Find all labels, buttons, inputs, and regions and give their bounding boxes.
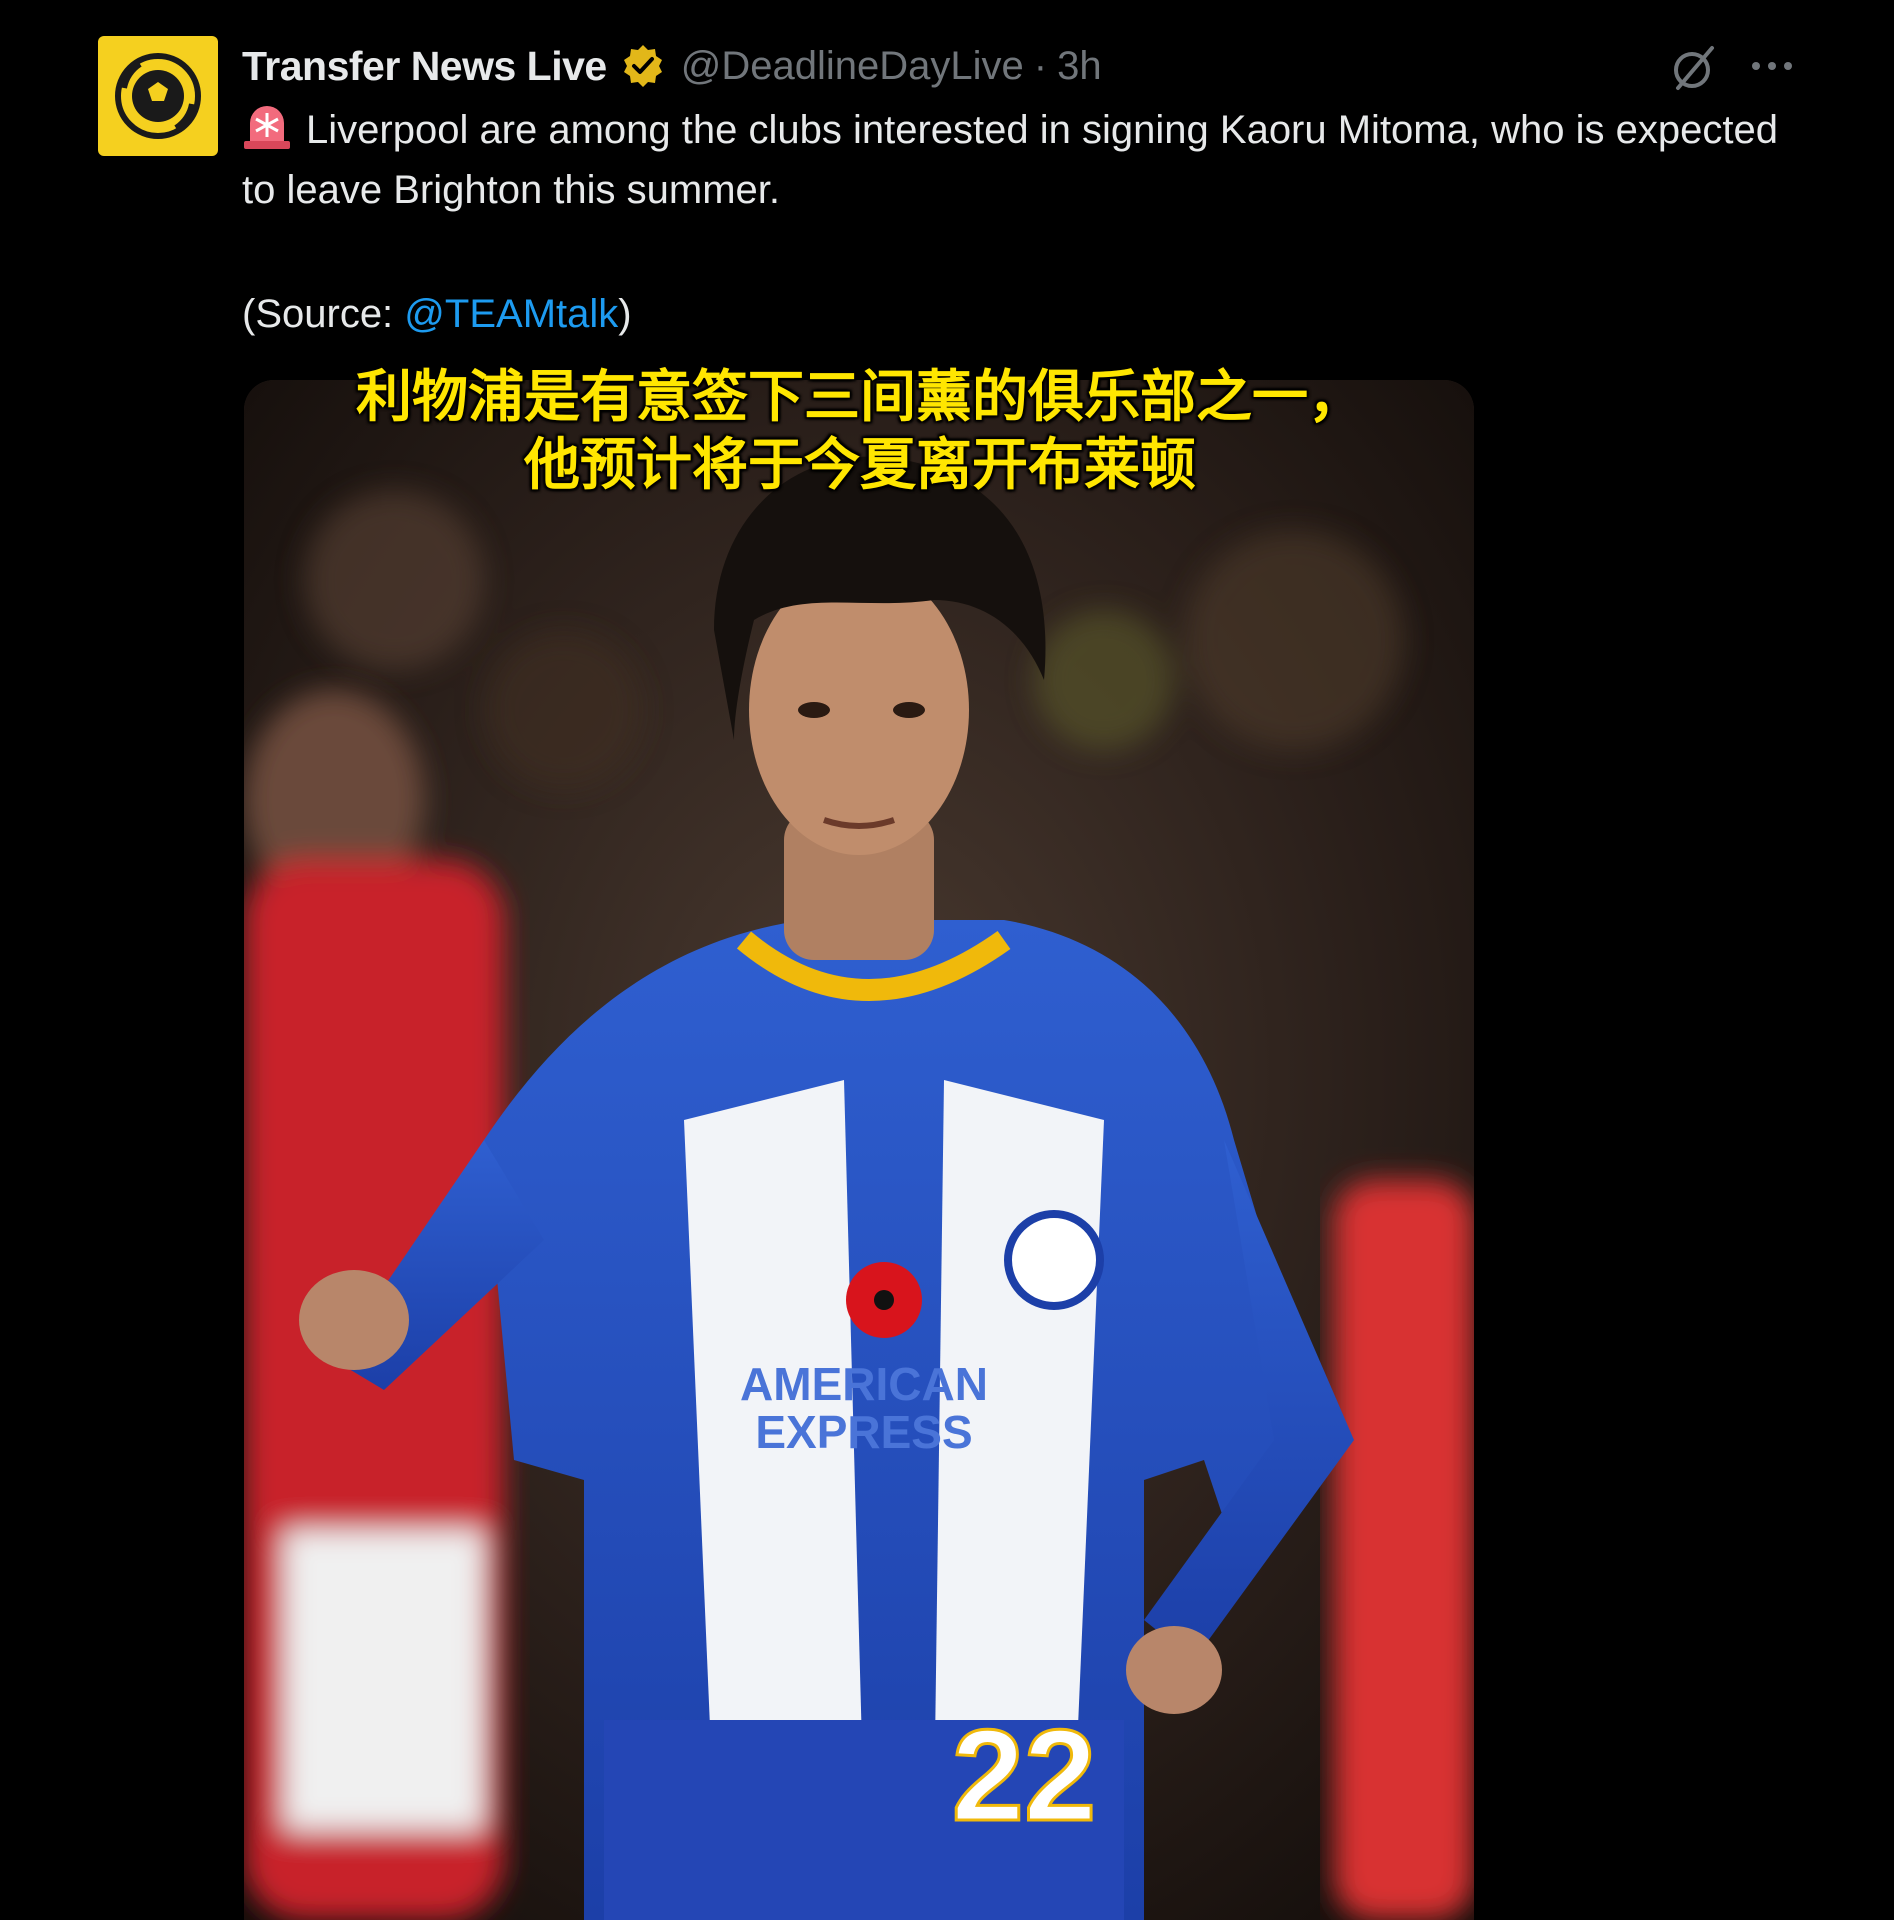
siren-emoji-icon [244,106,290,149]
tweet-media-image[interactable]: AMERICAN EXPRESS 22 [244,380,1474,1920]
shirt-number: 22 [952,1702,1097,1848]
tweet-body: Liverpool are among the clubs interested… [242,100,1802,220]
separator-dot: · [1033,43,1048,88]
source-suffix: ) [618,292,632,336]
grok-icon[interactable] [1668,42,1720,94]
player-photo: AMERICAN EXPRESS 22 [244,380,1474,1920]
subtitle-line-2: 他预计将于今夏离开布莱顿 [524,433,1196,498]
author-avatar[interactable] [98,36,218,156]
tweet-text: Liverpool are among the clubs interested… [242,108,1778,212]
source-prefix: (Source: [242,292,405,336]
soccer-ball-logo-icon [115,53,201,139]
verified-badge-icon[interactable] [619,42,667,90]
sponsor-line2: EXPRESS [755,1406,972,1458]
subtitle-line-1: 利物浦是有意签下三间薰的俱乐部之一， [356,365,1364,430]
tweet-source: (Source: @TEAMtalk) [242,284,632,344]
sponsor-line1: AMERICAN [740,1358,988,1410]
author-handle[interactable]: @DeadlineDayLive [681,44,1024,89]
source-mention-link[interactable]: @TEAMtalk [404,292,618,336]
chinese-subtitle: 利物浦是有意签下三间薰的俱乐部之一， 他预计将于今夏离开布莱顿 [200,364,1520,500]
more-icon[interactable] [1748,48,1796,84]
tweet-time[interactable]: 3h [1057,44,1102,89]
tweet-header: Transfer News Live @DeadlineDayLive · 3h [242,38,1102,94]
author-name[interactable]: Transfer News Live [242,43,607,90]
